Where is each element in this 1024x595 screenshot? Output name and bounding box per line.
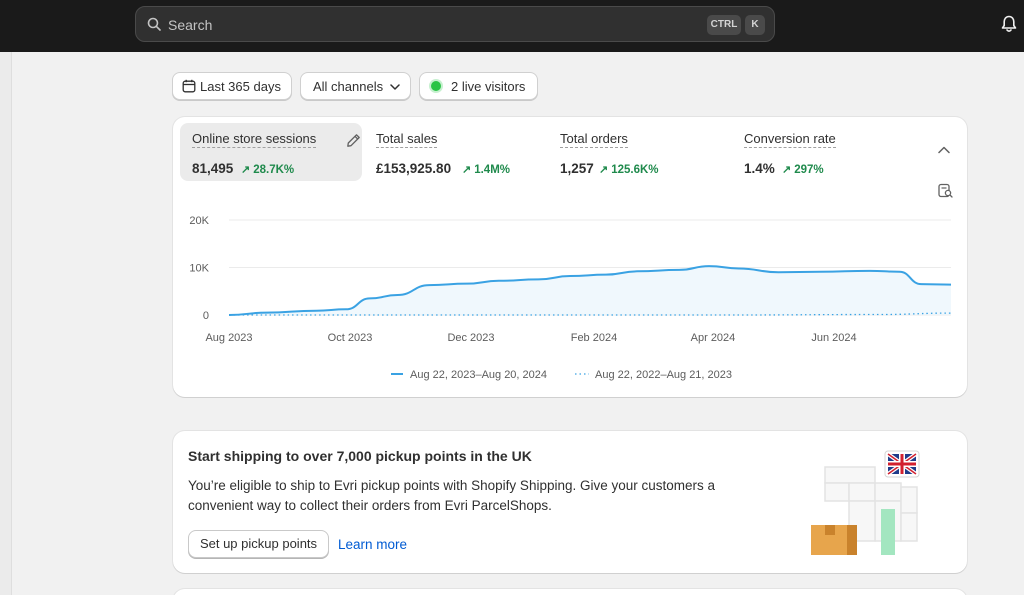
live-visitors-button[interactable]: 2 live visitors <box>419 72 538 100</box>
live-status-dot <box>431 81 441 91</box>
metric-delta: ↗ 28.7K% <box>241 164 295 176</box>
metric-tab-conversion-rate[interactable]: Conversion rate 1.4% ↗ 297% <box>732 123 912 181</box>
metric-tab-sessions[interactable]: Online store sessions 81,495 ↗ 28.7K% <box>180 123 362 181</box>
metric-delta: ↗ 297% <box>782 164 824 176</box>
metric-tab-total-sales[interactable]: Total sales £153,925.80 ↗ 1.4M% <box>364 123 544 181</box>
chevron-down-icon <box>390 84 400 90</box>
x-tick-label: Feb 2024 <box>571 332 617 344</box>
chart-legend: Aug 22, 2023–Aug 20, 2024 Aug 22, 2022–Au… <box>391 369 732 381</box>
metric-label: Online store sessions <box>192 131 317 148</box>
arrow-up-right-icon: ↗ <box>241 164 251 176</box>
search-bar[interactable]: Search CTRL K <box>135 6 775 42</box>
promo-title: Start shipping to over 7,000 pickup poin… <box>188 448 532 464</box>
metric-label: Total sales <box>376 131 438 148</box>
metric-value: 1,257 <box>560 161 594 176</box>
setup-pickup-points-button[interactable]: Set up pickup points <box>188 530 329 558</box>
analyze-report-icon[interactable] <box>938 183 953 198</box>
shortcut-ctrl-key: CTRL <box>707 15 741 35</box>
arrow-up-right-icon: ↗ <box>599 164 609 176</box>
y-tick-label: 0 <box>203 310 209 322</box>
x-tick-label: Aug 2023 <box>205 332 252 344</box>
y-tick-label: 20K <box>189 215 209 227</box>
metric-label: Total orders <box>560 131 628 148</box>
legend-label-previous: Aug 22, 2022–Aug 21, 2023 <box>595 369 732 381</box>
date-range-button[interactable]: Last 365 days <box>172 72 292 100</box>
next-card <box>173 589 967 595</box>
channels-dropdown[interactable]: All channels <box>300 72 411 100</box>
metric-delta: ↗ 1.4M% <box>462 164 511 176</box>
arrow-up-right-icon: ↗ <box>462 164 472 176</box>
metric-value: 1.4% <box>744 161 775 176</box>
learn-more-link[interactable]: Learn more <box>338 537 407 552</box>
chart-y-ticks: 20K 10K 0 <box>189 215 209 322</box>
shortcut-k-key: K <box>745 15 765 35</box>
analytics-card: Online store sessions 81,495 ↗ 28.7K% Tot… <box>173 117 967 397</box>
search-placeholder: Search <box>168 17 213 33</box>
date-range-label: Last 365 days <box>200 79 281 94</box>
search-icon <box>147 17 161 31</box>
metric-tab-total-orders[interactable]: Total orders 1,257 ↗ 125.6K% <box>548 123 728 181</box>
arrow-up-right-icon: ↗ <box>782 164 792 176</box>
x-tick-label: Dec 2023 <box>447 332 494 344</box>
live-visitors-label: 2 live visitors <box>451 79 526 94</box>
chevron-up-icon[interactable] <box>938 146 950 154</box>
channels-label: All channels <box>313 79 384 94</box>
chart-series-area <box>229 266 951 315</box>
pickup-points-card: Start shipping to over 7,000 pickup poin… <box>173 431 967 573</box>
metric-label: Conversion rate <box>744 131 836 148</box>
metric-delta: ↗ 125.6K% <box>599 164 659 176</box>
top-bar: Search CTRL K <box>0 0 1024 52</box>
uk-flag-icon <box>886 452 918 476</box>
promo-body: You’re eligible to ship to Evri pickup p… <box>188 478 716 513</box>
pencil-icon[interactable] <box>346 133 361 148</box>
y-tick-label: 10K <box>189 263 209 275</box>
x-tick-label: Oct 2023 <box>328 332 373 344</box>
bell-icon[interactable] <box>1001 15 1017 33</box>
x-tick-label: Apr 2024 <box>691 332 736 344</box>
sidebar-edge <box>0 52 12 595</box>
pickup-points-illustration <box>811 450 920 555</box>
sessions-line-chart: 20K 10K 0 Aug 2023 Oct 2023 Dec 2023 Feb 2024… <box>189 215 952 381</box>
metric-value: £153,925.80 <box>376 161 452 176</box>
metric-value: 81,495 <box>192 161 234 176</box>
chart-x-ticks: Aug 2023 Oct 2023 Dec 2023 Feb 2024 Apr 2024… <box>205 332 856 344</box>
legend-label-current: Aug 22, 2023–Aug 20, 2024 <box>410 369 547 381</box>
x-tick-label: Jun 2024 <box>811 332 856 344</box>
calendar-icon <box>182 79 196 93</box>
